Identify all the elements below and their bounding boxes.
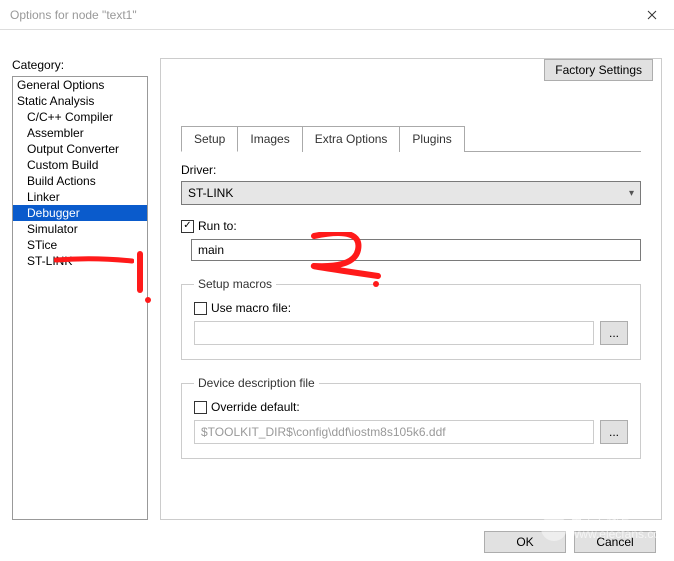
override-default-checkbox[interactable] [194,401,207,414]
override-default-label: Override default: [211,400,300,414]
tab-setup[interactable]: Setup [181,126,238,152]
dialog-body: Category: General OptionsStatic Analysis… [0,30,674,530]
macro-file-input[interactable] [194,321,594,345]
chevron-down-icon: ▾ [629,188,634,199]
category-item[interactable]: Build Actions [13,173,147,189]
cancel-button[interactable]: Cancel [574,531,656,553]
category-item[interactable]: Static Analysis [13,93,147,109]
ok-button[interactable]: OK [484,531,566,553]
category-item[interactable]: ST-LINK [13,253,147,269]
category-column: Category: General OptionsStatic Analysis… [12,58,148,520]
tab-images[interactable]: Images [237,126,302,152]
category-item[interactable]: General Options [13,77,147,93]
category-item[interactable]: Debugger [13,205,147,221]
titlebar: Options for node "text1" [0,0,674,30]
driver-select[interactable]: ST-LINK ▾ [181,181,641,205]
run-to-label: Run to: [198,219,237,233]
run-to-row: ✓ Run to: [181,219,641,233]
use-macro-checkbox[interactable] [194,302,207,315]
ddf-browse-button[interactable]: ... [600,420,628,444]
use-macro-label: Use macro file: [211,301,291,315]
run-to-input[interactable] [191,239,641,261]
factory-settings-button[interactable]: Factory Settings [544,59,653,81]
tab-extra-options[interactable]: Extra Options [302,126,401,152]
options-panel-wrap: Factory Settings SetupImagesExtra Option… [160,58,662,520]
tabstrip: SetupImagesExtra OptionsPlugins [181,125,641,152]
category-item[interactable]: STice [13,237,147,253]
run-to-checkbox[interactable]: ✓ [181,220,194,233]
category-item[interactable]: Assembler [13,125,147,141]
setup-macros-legend: Setup macros [194,277,276,291]
ddf-legend: Device description file [194,376,319,390]
window-title: Options for node "text1" [10,8,137,22]
category-item[interactable]: Linker [13,189,147,205]
category-label: Category: [12,58,148,72]
dialog-footer: OK Cancel [484,531,656,561]
tab-content-setup: Driver: ST-LINK ▾ ✓ Run to: Setup macros… [181,153,641,499]
category-item[interactable]: Custom Build [13,157,147,173]
category-item[interactable]: Simulator [13,221,147,237]
category-list[interactable]: General OptionsStatic AnalysisC/C++ Comp… [12,76,148,520]
close-icon [647,10,657,20]
macro-browse-button[interactable]: ... [600,321,628,345]
close-button[interactable] [630,0,674,30]
ddf-path-input [194,420,594,444]
setup-macros-group: Setup macros Use macro file: ... [181,277,641,360]
category-item[interactable]: C/C++ Compiler [13,109,147,125]
tab-plugins[interactable]: Plugins [399,126,464,152]
driver-value: ST-LINK [188,186,233,200]
ddf-group: Device description file Override default… [181,376,641,459]
options-panel: Factory Settings SetupImagesExtra Option… [160,58,662,520]
category-item[interactable]: Output Converter [13,141,147,157]
driver-label: Driver: [181,163,641,177]
